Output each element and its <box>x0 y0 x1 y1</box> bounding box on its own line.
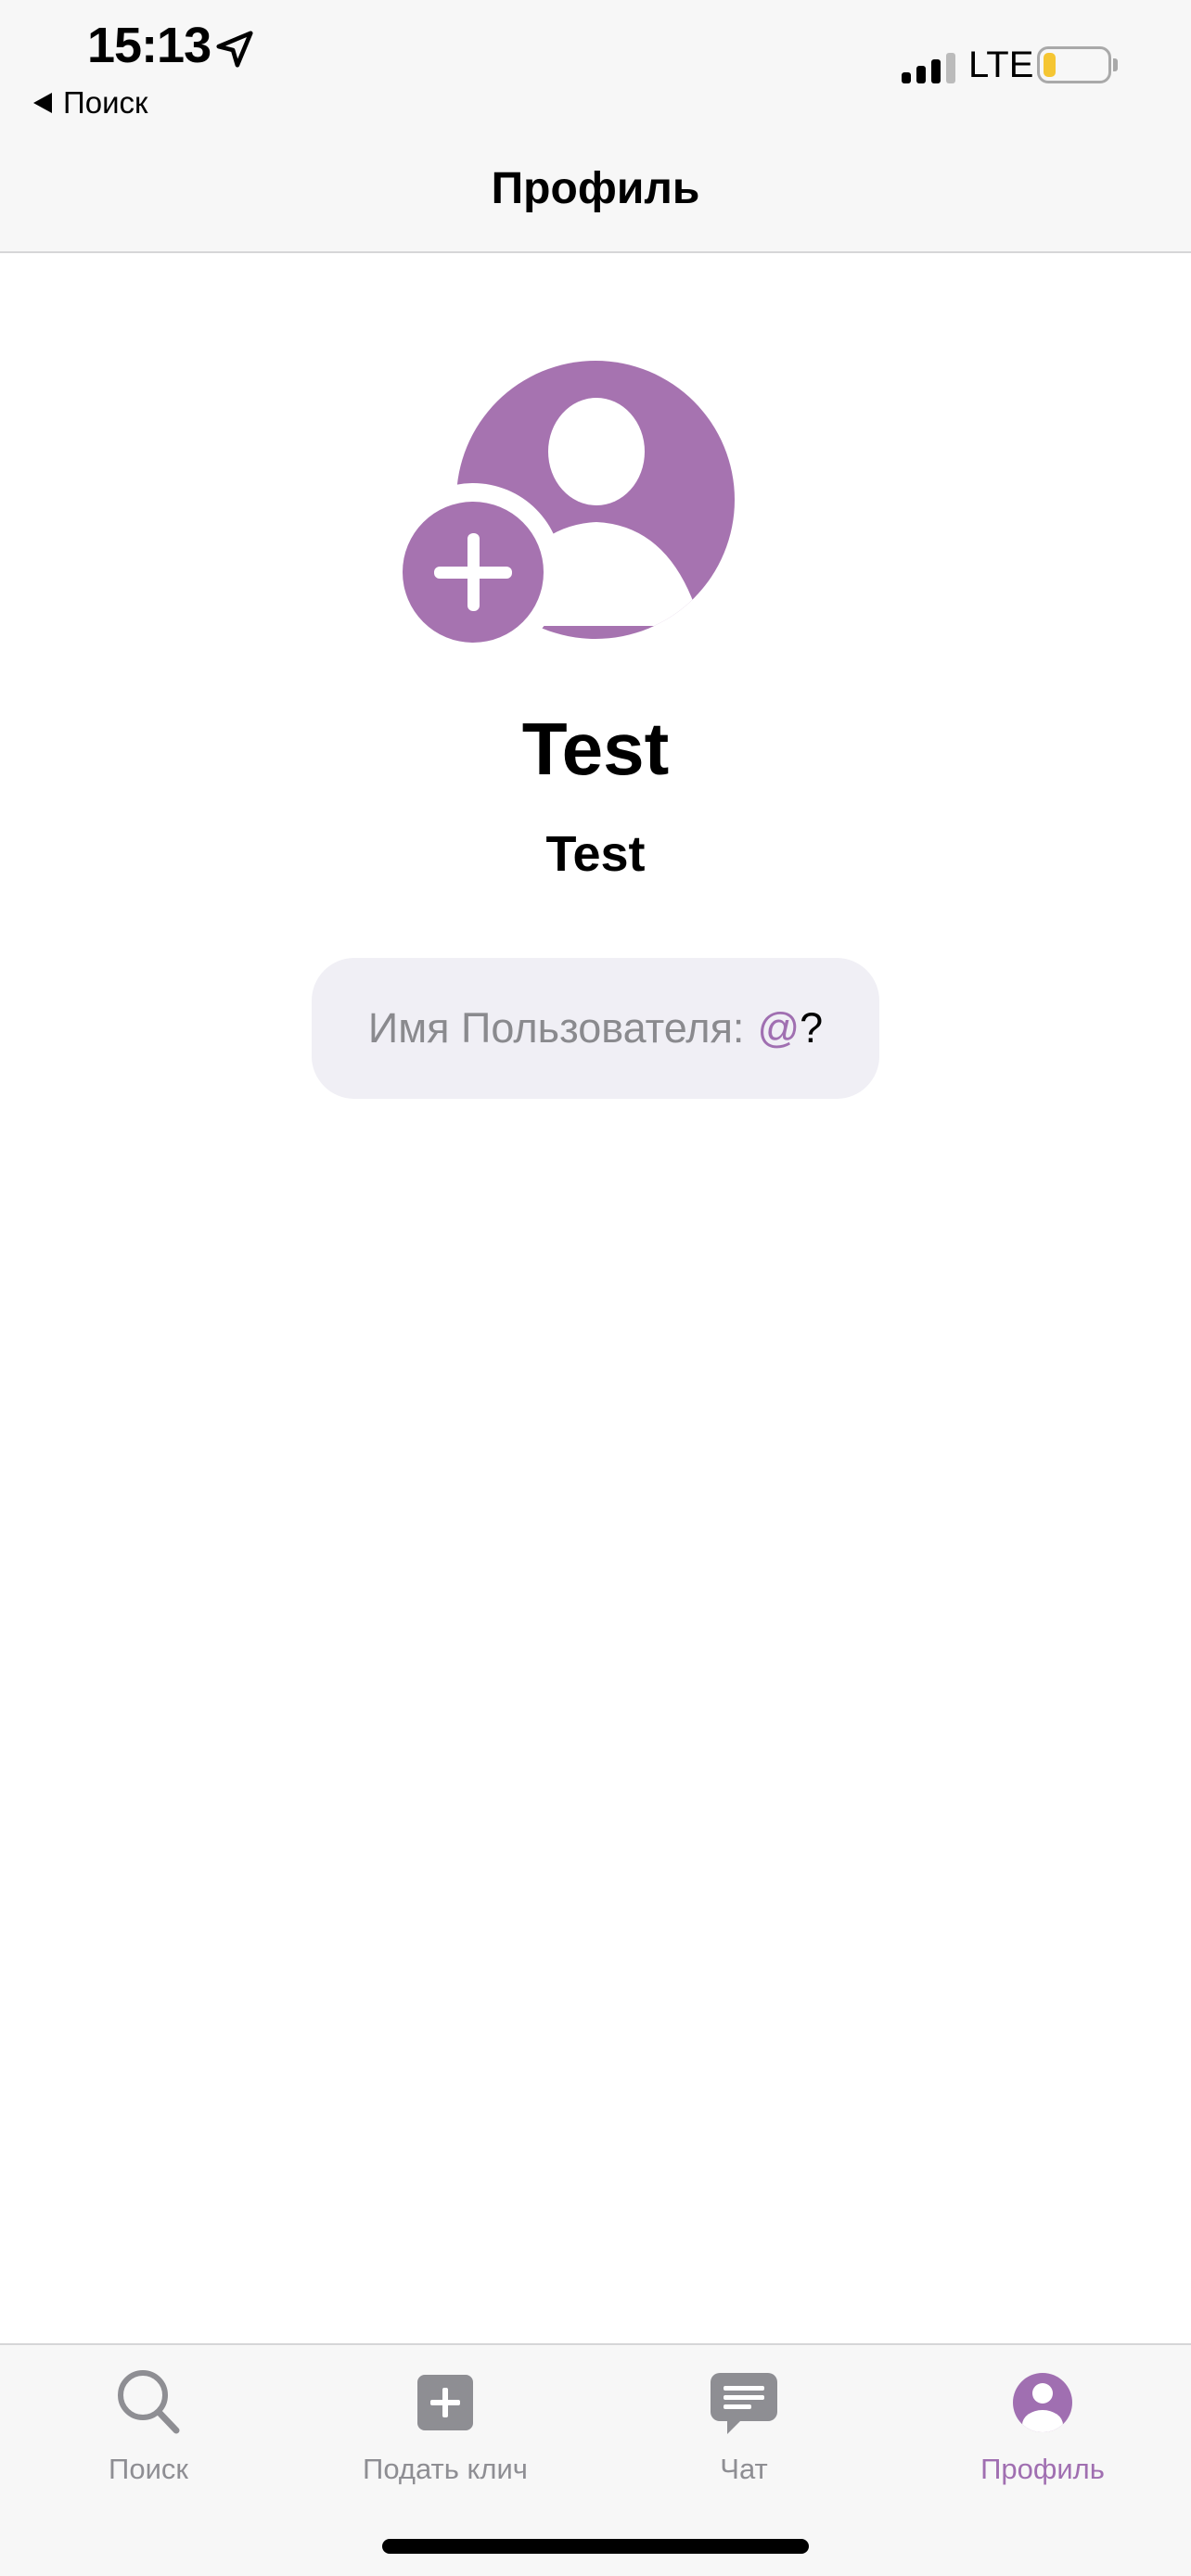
battery-cap <box>1113 58 1118 71</box>
tab-label: Подать клич <box>363 2453 528 2485</box>
network-type: LTE <box>968 45 1034 85</box>
add-avatar-icon <box>403 361 735 643</box>
back-triangle-icon <box>33 93 52 113</box>
username-label: Имя Пользователя: <box>367 1004 745 1052</box>
username-at-sign: @ <box>757 1004 800 1052</box>
battery-icon <box>1037 46 1111 83</box>
tab-label: Чат <box>720 2453 768 2485</box>
signal-bar <box>902 72 911 83</box>
profile-secondary-name: Test <box>545 826 646 882</box>
tab-label: Профиль <box>980 2453 1105 2485</box>
signal-bar <box>946 53 955 83</box>
person-circle-icon <box>1013 2373 1072 2432</box>
tab-label: Поиск <box>109 2453 188 2485</box>
add-avatar-button[interactable] <box>399 357 740 644</box>
chat-bubble-icon <box>711 2373 777 2434</box>
back-link-label: Поиск <box>63 85 148 120</box>
tab-profile[interactable]: Профиль <box>894 2366 1191 2505</box>
cellular-signal-icon <box>902 52 955 83</box>
back-to-search-link[interactable]: Поиск <box>33 85 147 121</box>
top-bar: 15:13 Поиск LTE Профиль <box>0 0 1191 253</box>
username-field[interactable]: Имя Пользователя: @ ? <box>312 958 879 1099</box>
page-title: Профиль <box>491 164 700 213</box>
home-indicator[interactable] <box>382 2539 809 2554</box>
search-icon <box>118 2370 180 2434</box>
battery-level-fill <box>1044 53 1057 77</box>
location-arrow-icon <box>216 31 253 68</box>
plus-square-icon <box>417 2375 473 2430</box>
tab-search[interactable]: Поиск <box>0 2366 297 2505</box>
profile-display-name: Test <box>521 708 670 790</box>
username-value: ? <box>800 1004 824 1052</box>
signal-bar <box>916 66 926 83</box>
tab-post-call[interactable]: Подать клич <box>297 2366 594 2505</box>
signal-bar <box>931 59 941 83</box>
status-time: 15:13 <box>87 18 211 73</box>
tab-chat[interactable]: Чат <box>596 2366 892 2505</box>
